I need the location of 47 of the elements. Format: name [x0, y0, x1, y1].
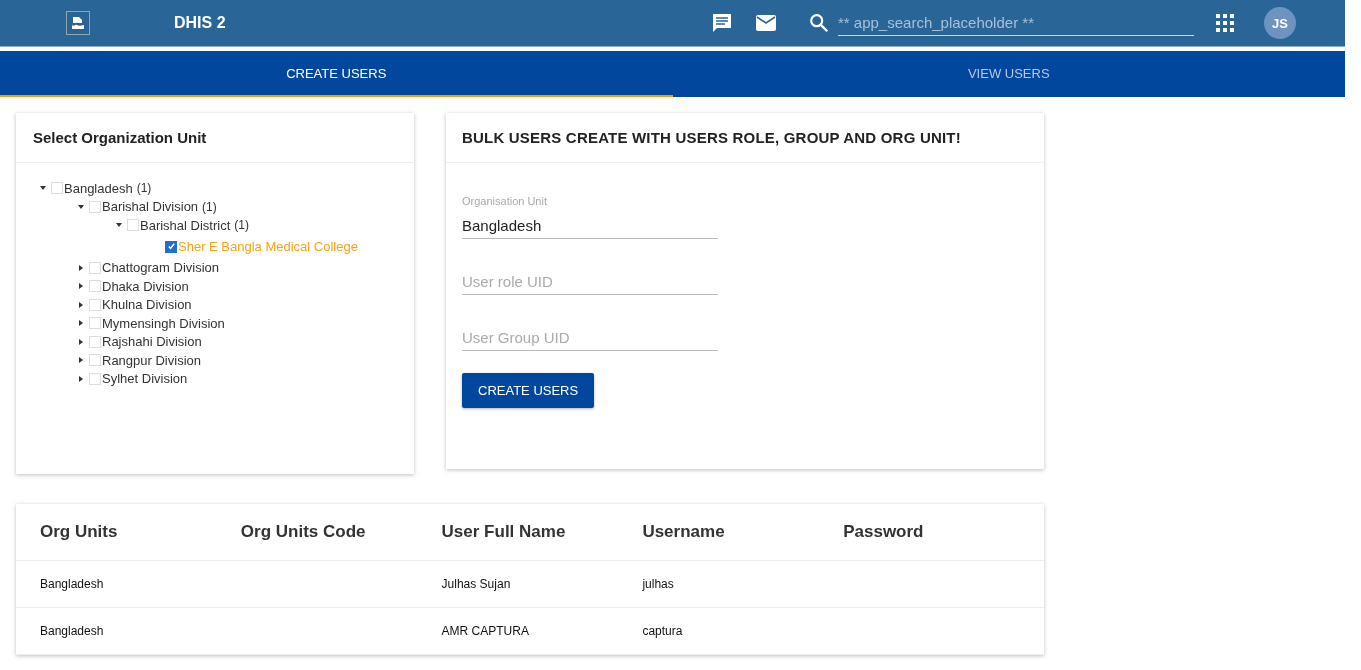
- create-users-button[interactable]: CREATE USERS: [462, 373, 595, 408]
- tree-item[interactable]: Barishal District: [140, 217, 231, 233]
- logo-icon[interactable]: [66, 11, 90, 35]
- expand-toggle-icon[interactable]: [78, 301, 84, 308]
- item-count: (1): [202, 199, 217, 214]
- apps-grid-icon[interactable]: [1216, 14, 1234, 32]
- expand-toggle-icon[interactable]: [40, 185, 46, 192]
- field-label: Organisation Unit: [462, 195, 548, 207]
- item-count: (1): [234, 218, 249, 233]
- column-header: Password: [843, 522, 925, 542]
- tree-item[interactable]: Mymensingh Division: [102, 315, 225, 331]
- checkbox[interactable]: [165, 240, 177, 253]
- message-icon[interactable]: [710, 11, 734, 35]
- table-cell-text: Julhas Sujan: [441, 577, 512, 591]
- search-field[interactable]: ** app_search_placeholder **: [838, 10, 1194, 36]
- column-header: Org Units: [40, 522, 119, 542]
- table-cell-text: julhas: [642, 577, 675, 591]
- expand-toggle-icon[interactable]: [78, 320, 84, 327]
- expand-toggle-icon[interactable]: [78, 338, 84, 345]
- tree-item[interactable]: Chattogram Division: [102, 260, 220, 276]
- tree-item[interactable]: Barishal Division: [102, 199, 199, 215]
- column-header: Org Units Code: [240, 522, 367, 542]
- expand-toggle-icon[interactable]: [78, 283, 84, 290]
- expand-toggle-icon[interactable]: [116, 222, 122, 229]
- tree-item[interactable]: Bangladesh: [64, 180, 133, 196]
- tab[interactable]: VIEW USERS: [672, 51, 1345, 97]
- column-header: Username: [642, 522, 726, 542]
- tree-item[interactable]: Sylhet Division: [102, 371, 188, 387]
- tree-item[interactable]: Dhaka Division: [102, 278, 189, 294]
- tab[interactable]: CREATE USERS: [0, 51, 673, 97]
- expand-toggle-icon[interactable]: [78, 357, 84, 364]
- item-count: (1): [136, 181, 152, 196]
- expand-toggle-icon[interactable]: [78, 375, 84, 382]
- app-title: DHIS 2: [174, 14, 226, 32]
- column-header: User Full Name: [441, 522, 567, 542]
- expand-toggle-icon[interactable]: [78, 264, 84, 271]
- tree-item[interactable]: Rajshahi Division: [102, 334, 202, 350]
- table-cell-text: captura: [642, 624, 684, 638]
- table-cell-text: AMR CAPTURA: [441, 624, 530, 638]
- search-icon[interactable]: [808, 12, 830, 34]
- card-title: Select Organization Unit: [16, 113, 414, 163]
- tree-item[interactable]: Khulna Division: [102, 297, 192, 313]
- tree-item[interactable]: Rangpur Division: [102, 352, 201, 368]
- expand-toggle-icon[interactable]: [78, 203, 84, 210]
- table-cell-text: Bangladesh: [40, 624, 105, 638]
- card-title: BULK USERS CREATE WITH USERS ROLE, GROUP AND ORG UNIT!: [446, 113, 1044, 163]
- table-cell-text: Bangladesh: [40, 577, 105, 591]
